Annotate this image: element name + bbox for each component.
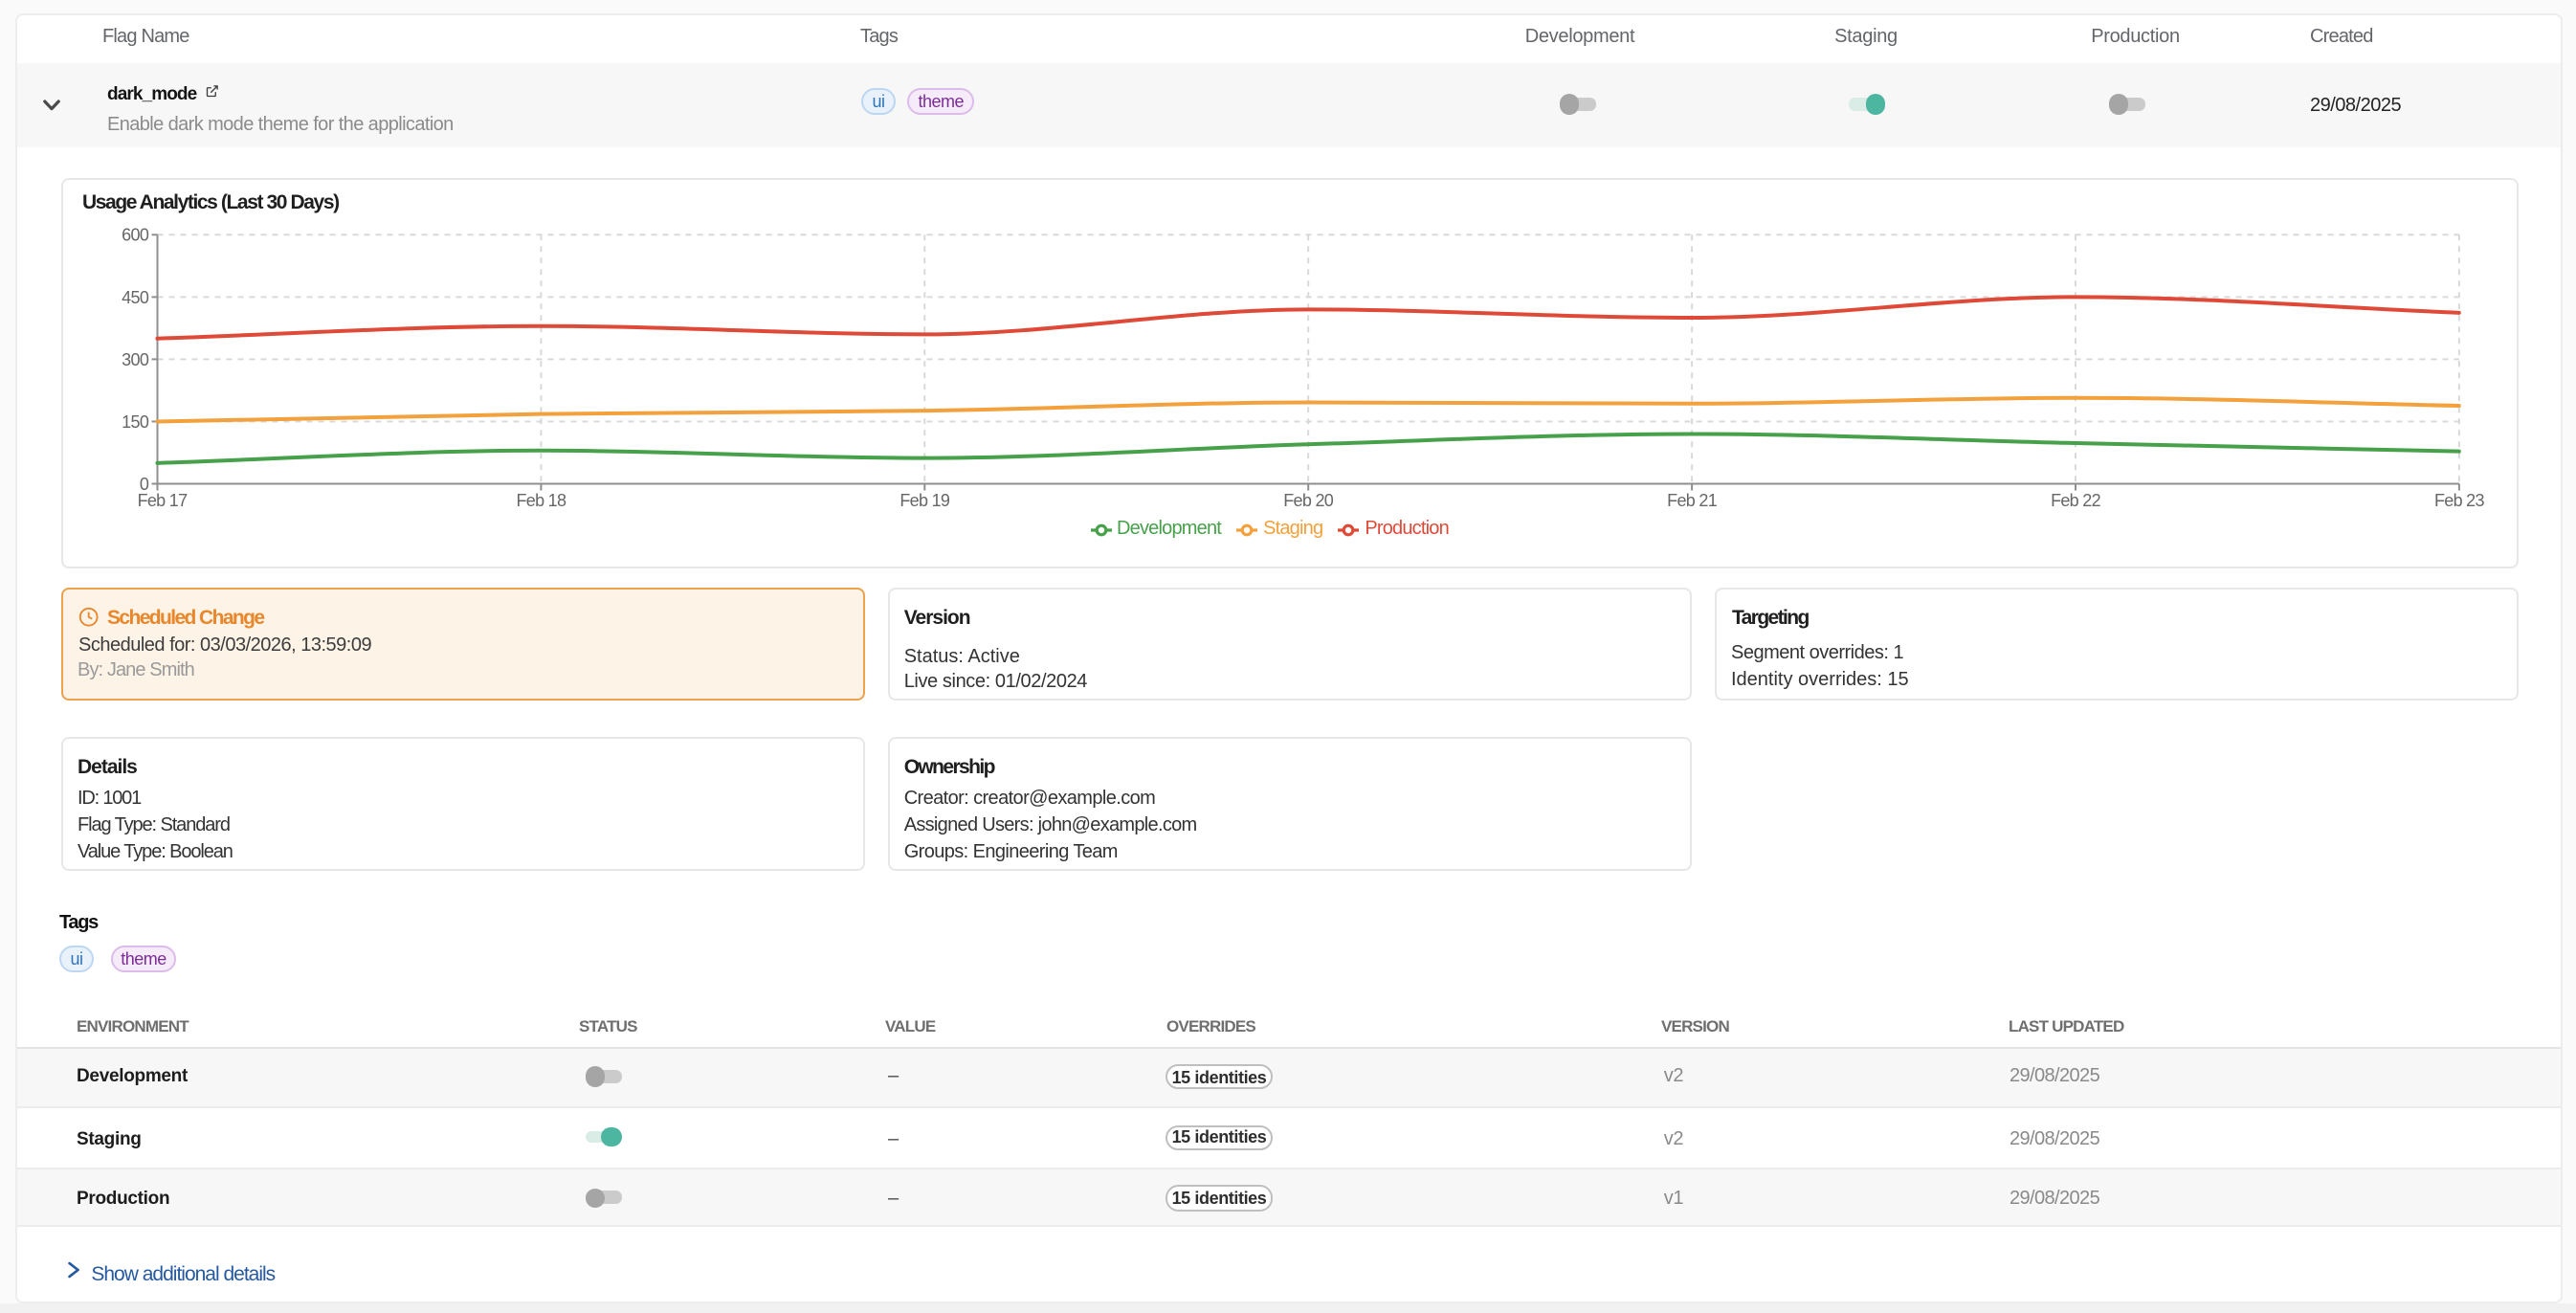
svg-text:Feb 20: Feb 20: [1283, 490, 1334, 509]
svg-text:Feb 18: Feb 18: [516, 490, 566, 509]
svg-text:Feb 23: Feb 23: [2434, 490, 2485, 509]
svg-text:Feb 19: Feb 19: [899, 490, 950, 509]
svg-text:Feb 22: Feb 22: [2051, 490, 2101, 509]
svg-text:150: 150: [122, 412, 149, 431]
svg-text:Feb 17: Feb 17: [138, 490, 189, 509]
svg-text:300: 300: [122, 349, 149, 368]
svg-text:450: 450: [122, 287, 149, 306]
svg-text:600: 600: [122, 225, 149, 244]
svg-text:Feb 21: Feb 21: [1667, 490, 1718, 509]
